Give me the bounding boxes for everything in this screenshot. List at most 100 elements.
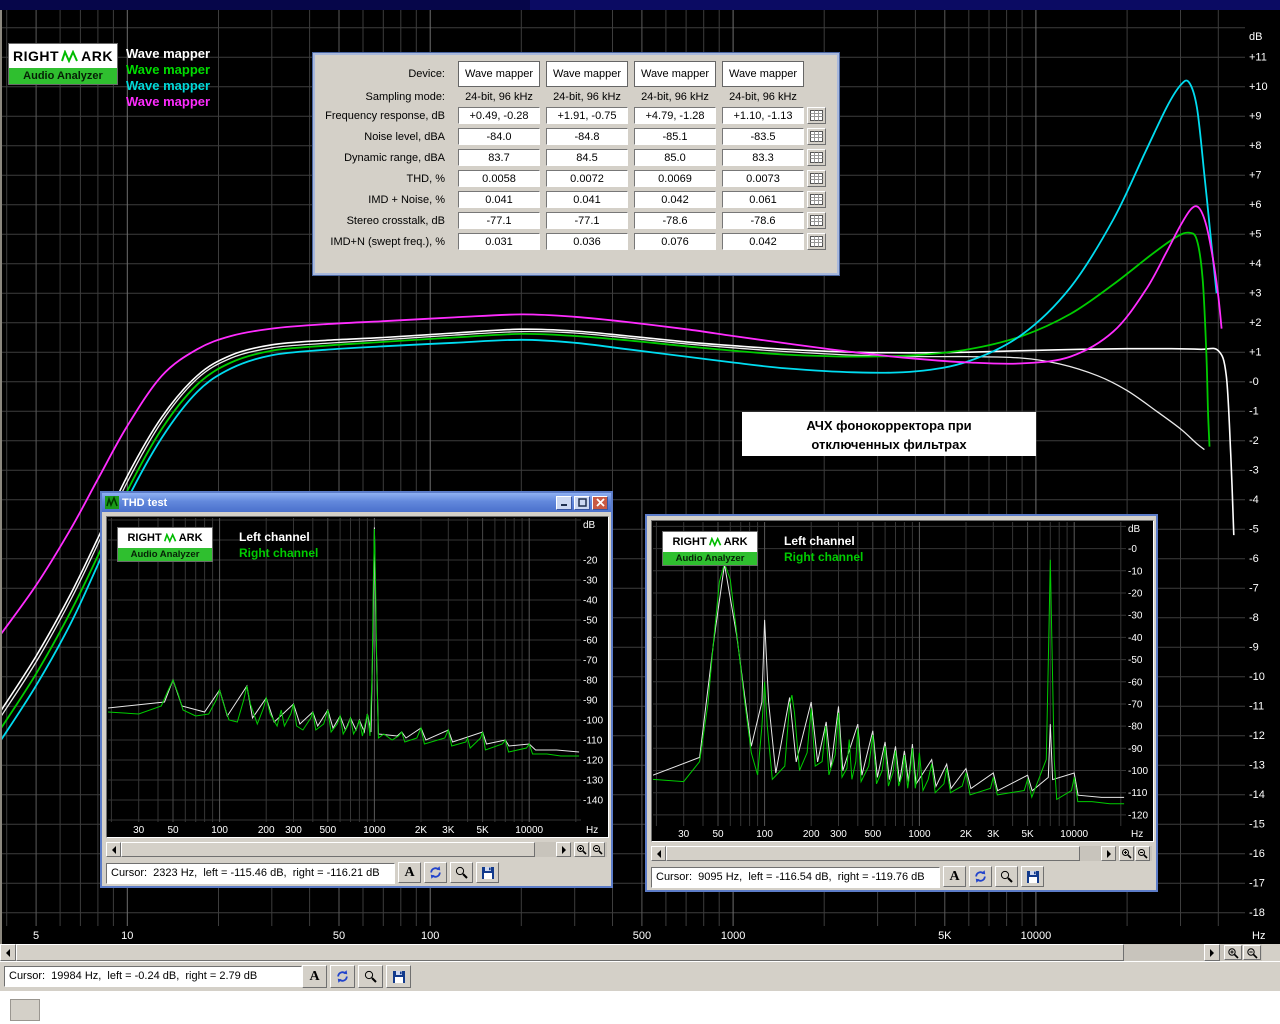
zoom-in-button[interactable] bbox=[574, 842, 589, 857]
x-tick-label: 200 bbox=[803, 829, 820, 840]
window-title: THD test bbox=[122, 497, 556, 509]
metric-value-6-2: 0.041 bbox=[546, 191, 628, 208]
y-tick-label: -20 bbox=[583, 556, 598, 567]
scroll-left-button[interactable] bbox=[651, 846, 666, 861]
show-spectrum-button-4[interactable] bbox=[807, 149, 826, 166]
save-button[interactable] bbox=[1021, 866, 1044, 887]
y-tick-label: -10 bbox=[1128, 566, 1143, 577]
device-header-2[interactable]: Wave mapper bbox=[546, 61, 628, 87]
y-tick-label: -120 bbox=[1128, 810, 1148, 821]
y-tick-label: -17 bbox=[1249, 878, 1265, 890]
metric-value-4-1: 83.7 bbox=[458, 149, 540, 166]
metric-value-7-4: -78.6 bbox=[722, 212, 804, 229]
scrollbar-thumb[interactable] bbox=[121, 842, 535, 857]
spectrum-plot-area[interactable]: 305010020030050010002K3K5K10000Hz-20-30-… bbox=[106, 516, 609, 838]
y-tick-label: +4 bbox=[1249, 258, 1262, 270]
y-axis-unit: dB bbox=[583, 520, 596, 531]
metric-value-5-4: 0.0073 bbox=[722, 170, 804, 187]
x-axis-labels: 305010020030050010002K3K5K10000Hz bbox=[678, 829, 1143, 840]
y-tick-label: -1 bbox=[1249, 406, 1259, 418]
zoom-out-button[interactable] bbox=[1135, 846, 1150, 861]
results-panel: Device:Wave mapperWave mapperWave mapper… bbox=[312, 52, 840, 276]
x-tick-label: 500 bbox=[864, 829, 881, 840]
logo-text-right: ARK bbox=[179, 532, 203, 544]
minimize-button[interactable] bbox=[556, 496, 572, 510]
logo-text-left: RIGHT bbox=[672, 536, 706, 548]
magnifier-button[interactable] bbox=[358, 965, 383, 988]
show-spectrum-button-7[interactable] bbox=[807, 212, 826, 229]
zoom-in-button[interactable] bbox=[1119, 846, 1134, 861]
background-window-fragment[interactable] bbox=[10, 999, 40, 1021]
y-tick-label: -14 bbox=[1249, 789, 1265, 801]
background-window-titlebar-right[interactable] bbox=[530, 0, 1280, 10]
x-tick-label: 1000 bbox=[721, 930, 745, 942]
scroll-right-button[interactable] bbox=[556, 842, 571, 857]
maximize-button[interactable] bbox=[574, 496, 590, 510]
scroll-left-button[interactable] bbox=[106, 842, 121, 857]
logo-text-right: ARK bbox=[81, 48, 113, 64]
device-header-4[interactable]: Wave mapper bbox=[722, 61, 804, 87]
y-tick-label: -11 bbox=[1249, 701, 1264, 713]
spectrum-scrollbar bbox=[651, 846, 1152, 861]
metric-row-label-7: Stereo crosstalk, dB bbox=[313, 215, 455, 227]
scroll-right-button[interactable] bbox=[1101, 846, 1116, 861]
y-tick-label: +10 bbox=[1249, 81, 1268, 93]
device-header-1[interactable]: Wave mapper bbox=[458, 61, 540, 87]
y-tick-label: +8 bbox=[1249, 140, 1262, 152]
x-axis-unit: Hz bbox=[1131, 829, 1143, 840]
background-window-titlebar-left[interactable] bbox=[0, 0, 530, 10]
x-tick-label: 30 bbox=[678, 829, 690, 840]
waveform-icon bbox=[164, 533, 177, 543]
close-button[interactable] bbox=[592, 496, 608, 510]
save-button[interactable] bbox=[386, 965, 411, 988]
x-tick-label: 300 bbox=[285, 825, 302, 836]
y-tick-label: -120 bbox=[583, 756, 603, 767]
refresh-button[interactable] bbox=[424, 862, 447, 883]
metric-row-label-5: THD, % bbox=[313, 173, 455, 185]
show-spectrum-button-5[interactable] bbox=[807, 170, 826, 187]
spectrum-plot-area[interactable]: 305010020030050010002K3K5K10000Hz-0-10-2… bbox=[651, 520, 1154, 842]
main-frequency-response-window: 5105010050010005K10000Hz+11+10+9+8+7+6+5… bbox=[0, 10, 1280, 944]
x-tick-label: 5 bbox=[33, 930, 39, 942]
show-spectrum-button-3[interactable] bbox=[807, 128, 826, 145]
thd-test-window: THD test 305010020030050010002K3K5K10000… bbox=[100, 491, 613, 888]
scrollbar-thumb[interactable] bbox=[16, 944, 1124, 961]
y-tick-label: -12 bbox=[1249, 730, 1265, 742]
show-spectrum-button-6[interactable] bbox=[807, 191, 826, 208]
magnifier-button[interactable] bbox=[995, 866, 1018, 887]
magnifier-button[interactable] bbox=[450, 862, 473, 883]
device-row-label: Device: bbox=[313, 68, 455, 80]
x-tick-label: 5K bbox=[476, 825, 489, 836]
x-tick-label: 3K bbox=[987, 829, 1000, 840]
show-spectrum-button-8[interactable] bbox=[807, 233, 826, 250]
logo-text-right: ARK bbox=[724, 536, 748, 548]
font-button[interactable]: A bbox=[943, 866, 966, 887]
font-button[interactable]: A bbox=[398, 862, 421, 883]
y-axis-unit: dB bbox=[1128, 524, 1141, 535]
y-tick-label: -100 bbox=[583, 716, 603, 727]
zoom-out-button[interactable] bbox=[1243, 945, 1261, 960]
metric-value-4-4: 83.3 bbox=[722, 149, 804, 166]
show-spectrum-button-2[interactable] bbox=[807, 107, 826, 124]
device-header-3[interactable]: Wave mapper bbox=[634, 61, 716, 87]
scroll-right-button[interactable] bbox=[1204, 944, 1220, 961]
scrollbar-thumb[interactable] bbox=[666, 846, 1080, 861]
thd-window-titlebar[interactable]: THD test bbox=[102, 493, 611, 512]
y-axis-labels: -20-30-40-50-60-70-80-90-100-110-120-130… bbox=[583, 520, 603, 807]
y-tick-label: -80 bbox=[1128, 722, 1143, 733]
refresh-button[interactable] bbox=[969, 866, 992, 887]
results-table: Device:Wave mapperWave mapperWave mapper… bbox=[313, 53, 839, 250]
scroll-left-button[interactable] bbox=[0, 944, 16, 961]
zoom-out-button[interactable] bbox=[590, 842, 605, 857]
legend-item-1: Wave mapper bbox=[126, 46, 210, 62]
refresh-button[interactable] bbox=[330, 965, 355, 988]
metric-value-3-3: -85.1 bbox=[634, 128, 716, 145]
metric-value-7-2: -77.1 bbox=[546, 212, 628, 229]
legend-left-channel: Left channel bbox=[784, 533, 863, 549]
font-button[interactable]: A bbox=[302, 965, 327, 988]
scrollbar-corner bbox=[1262, 944, 1280, 961]
series-left-channel bbox=[653, 564, 1124, 797]
annotation-line-1: АЧХ фонокорректора при bbox=[742, 416, 1036, 435]
save-button[interactable] bbox=[476, 862, 499, 883]
zoom-in-button[interactable] bbox=[1224, 945, 1242, 960]
